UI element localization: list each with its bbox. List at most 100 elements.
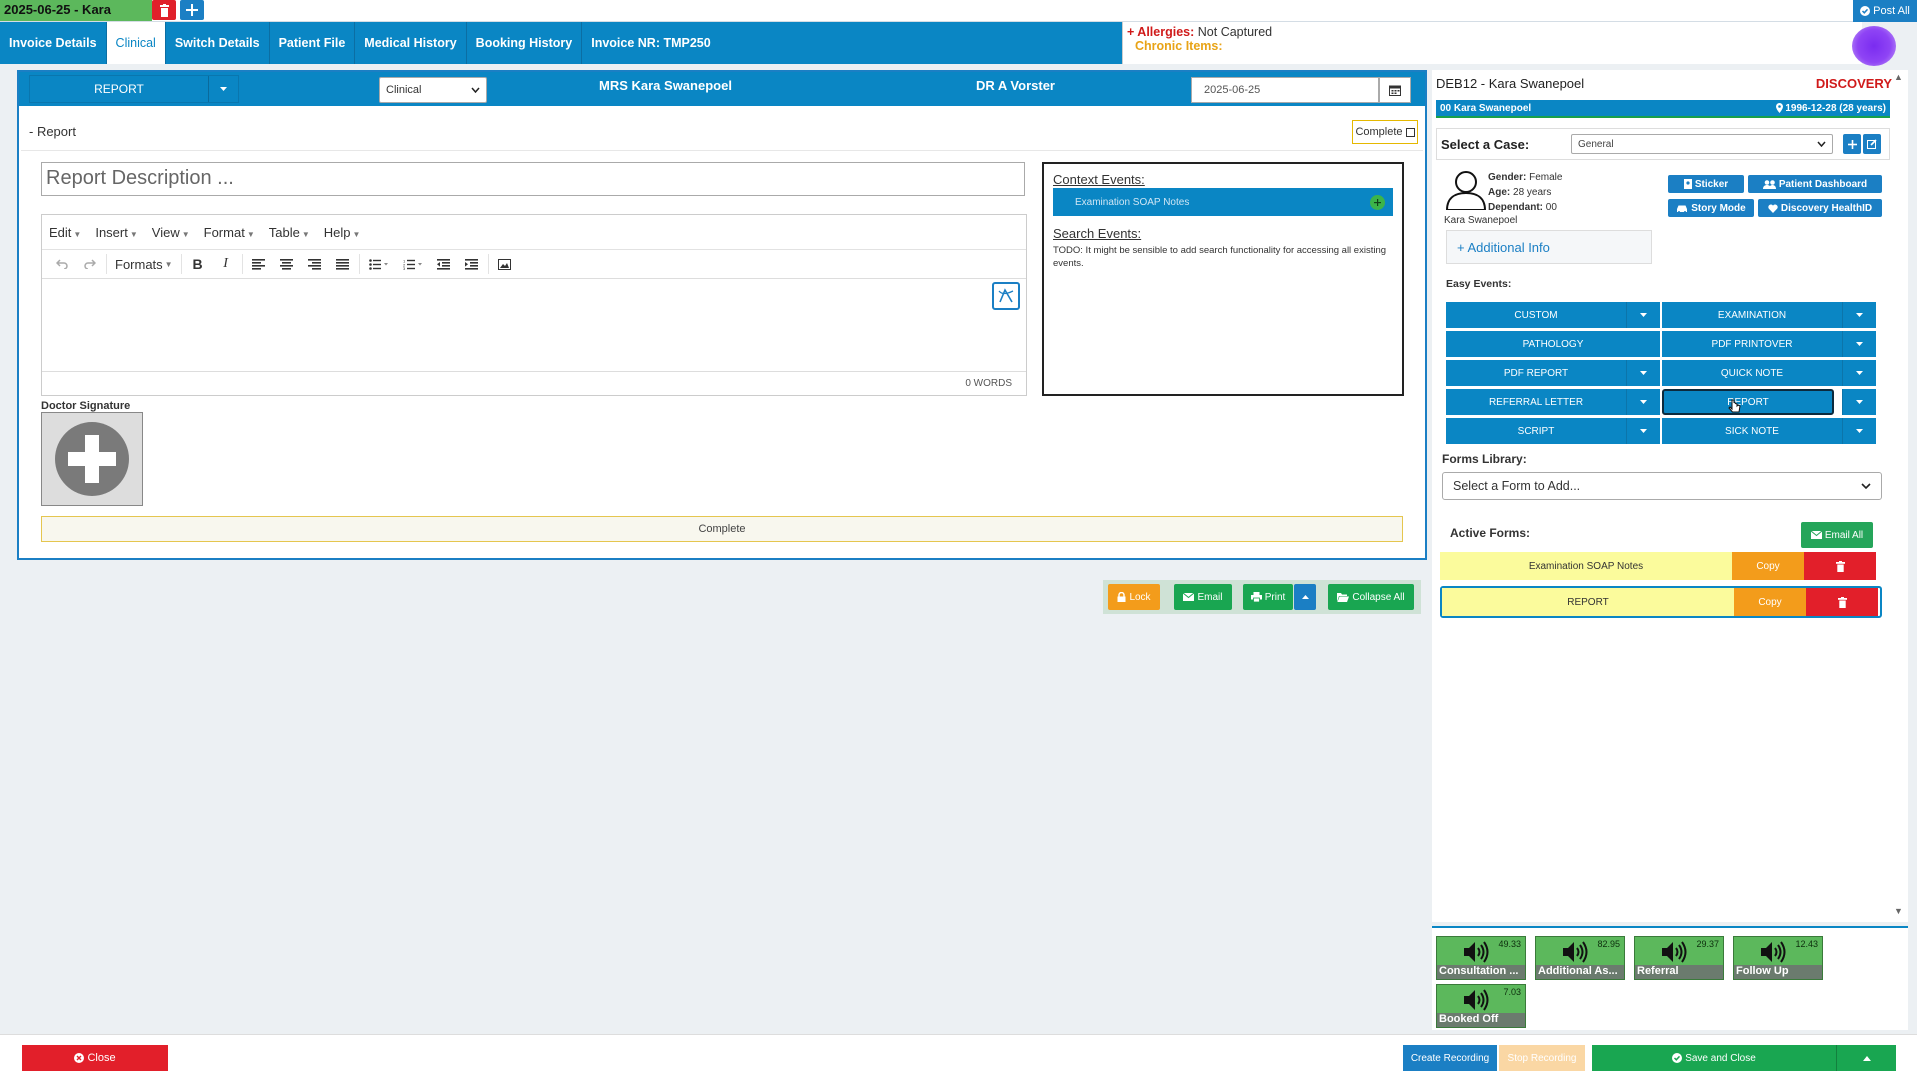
bold-button[interactable]: B: [184, 252, 212, 276]
tab-switch-details[interactable]: Switch Details: [166, 22, 270, 64]
event-examination-button[interactable]: EXAMINATION: [1662, 302, 1876, 328]
create-recording-button[interactable]: Create Recording: [1403, 1045, 1497, 1071]
menu-format[interactable]: Format ▼: [204, 225, 255, 240]
active-form-name[interactable]: Examination SOAP Notes: [1440, 552, 1732, 580]
complete-button[interactable]: Complete: [41, 516, 1403, 542]
tab-medical-history[interactable]: Medical History: [355, 22, 467, 64]
caret-down-icon[interactable]: [1842, 418, 1876, 444]
active-form-name[interactable]: REPORT: [1442, 588, 1734, 616]
copy-form-button[interactable]: Copy: [1734, 588, 1806, 616]
editor-content-area[interactable]: [42, 279, 1026, 371]
event-script-button[interactable]: SCRIPT: [1446, 418, 1660, 444]
email-button[interactable]: Email: [1174, 584, 1232, 610]
lock-button[interactable]: Lock: [1108, 584, 1160, 610]
recording-tile[interactable]: 7.03 Booked Off: [1436, 984, 1526, 1028]
delete-form-button[interactable]: [1804, 552, 1876, 580]
bullet-list-button[interactable]: [362, 252, 396, 276]
event-type-select[interactable]: Clinical: [379, 77, 487, 103]
formats-dropdown[interactable]: Formats ▼: [109, 252, 179, 276]
tab-invoice-details[interactable]: Invoice Details: [0, 22, 107, 64]
recording-tile[interactable]: 29.37 Referral: [1634, 936, 1724, 980]
copy-form-button[interactable]: Copy: [1732, 552, 1804, 580]
collapse-all-button[interactable]: Collapse All: [1328, 584, 1414, 610]
date-input[interactable]: 2025-06-25: [1191, 77, 1379, 103]
numbered-list-button[interactable]: 123: [396, 252, 430, 276]
caret-down-icon[interactable]: [1842, 360, 1876, 386]
print-button[interactable]: Print: [1243, 584, 1293, 610]
align-justify-button[interactable]: [329, 252, 357, 276]
redo-button[interactable]: [76, 252, 104, 276]
event-sick-note-button[interactable]: SICK NOTE: [1662, 418, 1876, 444]
save-options-button[interactable]: [1836, 1045, 1896, 1071]
caret-down-icon[interactable]: [1626, 389, 1660, 415]
close-circle-icon: [74, 1053, 85, 1063]
story-mode-button[interactable]: Story Mode: [1668, 199, 1754, 217]
close-button[interactable]: Close: [22, 1045, 168, 1071]
insert-image-button[interactable]: [491, 252, 519, 276]
print-options-button[interactable]: [1294, 584, 1316, 610]
additional-info-button[interactable]: + Additional Info: [1446, 230, 1652, 264]
event-custom-button[interactable]: CUSTOM: [1446, 302, 1660, 328]
event-referral-letter-button[interactable]: REFERRAL LETTER: [1446, 389, 1660, 415]
delete-form-button[interactable]: [1806, 588, 1878, 616]
edit-case-button[interactable]: [1863, 134, 1881, 154]
discovery-healthid-button[interactable]: Discovery HealthID: [1758, 199, 1882, 217]
caret-down-icon[interactable]: [1842, 389, 1876, 415]
user-avatar[interactable]: [1852, 26, 1896, 66]
sticker-button[interactable]: Sticker: [1668, 175, 1744, 193]
tab-booking-history[interactable]: Booking History: [467, 22, 583, 64]
menu-help[interactable]: Help ▼: [324, 225, 361, 240]
report-description-input[interactable]: Report Description ...: [41, 162, 1025, 196]
tab-patient-file[interactable]: Patient File: [270, 22, 356, 64]
recording-tile[interactable]: 82.95 Additional As...: [1535, 936, 1625, 980]
formula-button[interactable]: [992, 282, 1020, 310]
event-pdf-printover-button[interactable]: PDF PRINTOVER: [1662, 331, 1876, 357]
menu-insert[interactable]: Insert ▼: [95, 225, 137, 240]
menu-view[interactable]: View ▼: [152, 225, 190, 240]
italic-button[interactable]: I: [212, 252, 240, 276]
caret-down-icon[interactable]: [1842, 302, 1876, 328]
caret-down-icon[interactable]: [1626, 418, 1660, 444]
undo-button[interactable]: [48, 252, 76, 276]
event-pathology-button[interactable]: PATHOLOGY: [1446, 331, 1660, 357]
svg-text:3: 3: [403, 266, 406, 270]
recording-tile[interactable]: 49.33 Consultation ...: [1436, 936, 1526, 980]
delete-session-button[interactable]: [152, 0, 176, 20]
tab-clinical[interactable]: Clinical: [106, 22, 166, 64]
calendar-button[interactable]: [1379, 77, 1411, 103]
add-session-button[interactable]: [180, 0, 204, 20]
scroll-up-arrow-icon[interactable]: ▲: [1894, 72, 1903, 82]
add-event-icon[interactable]: [1370, 194, 1385, 210]
align-right-button[interactable]: [301, 252, 329, 276]
forms-library-select[interactable]: Select a Form to Add...: [1442, 472, 1882, 500]
stop-recording-button[interactable]: Stop Recording: [1499, 1045, 1585, 1071]
tab-invoice-number[interactable]: Invoice NR: TMP250: [582, 22, 719, 64]
event-pdf-report-button[interactable]: PDF REPORT: [1446, 360, 1660, 386]
indent-button[interactable]: [458, 252, 486, 276]
context-event-item[interactable]: Examination SOAP Notes: [1053, 188, 1393, 216]
complete-checkbox[interactable]: Complete: [1352, 120, 1418, 144]
caret-down-icon[interactable]: [1626, 360, 1660, 386]
save-and-close-button[interactable]: Save and Close: [1592, 1045, 1836, 1071]
report-section-label[interactable]: - Report: [29, 124, 76, 139]
case-select[interactable]: General: [1571, 134, 1833, 154]
report-dropdown-button[interactable]: REPORT: [29, 75, 239, 103]
add-signature-button[interactable]: [41, 412, 143, 506]
event-quick-note-button[interactable]: QUICK NOTE: [1662, 360, 1876, 386]
menu-table[interactable]: Table ▼: [269, 225, 310, 240]
session-tab[interactable]: 2025-06-25 - Kara: [0, 0, 152, 21]
caret-down-icon[interactable]: [1626, 302, 1660, 328]
email-all-button[interactable]: Email All: [1801, 522, 1873, 548]
caret-down-icon[interactable]: [1842, 331, 1876, 357]
outdent-button[interactable]: [430, 252, 458, 276]
menu-edit-label: Edit: [49, 224, 72, 240]
align-left-button[interactable]: [245, 252, 273, 276]
event-report-button[interactable]: REPORT: [1662, 389, 1876, 415]
align-center-button[interactable]: [273, 252, 301, 276]
menu-edit[interactable]: Edit ▼: [49, 225, 81, 240]
post-all-button[interactable]: Post All: [1853, 0, 1917, 22]
patient-dashboard-button[interactable]: Patient Dashboard: [1748, 175, 1882, 193]
recording-tile[interactable]: 12.43 Follow Up: [1733, 936, 1823, 980]
add-case-button[interactable]: [1843, 134, 1861, 154]
scroll-down-arrow-icon[interactable]: ▼: [1894, 906, 1903, 916]
